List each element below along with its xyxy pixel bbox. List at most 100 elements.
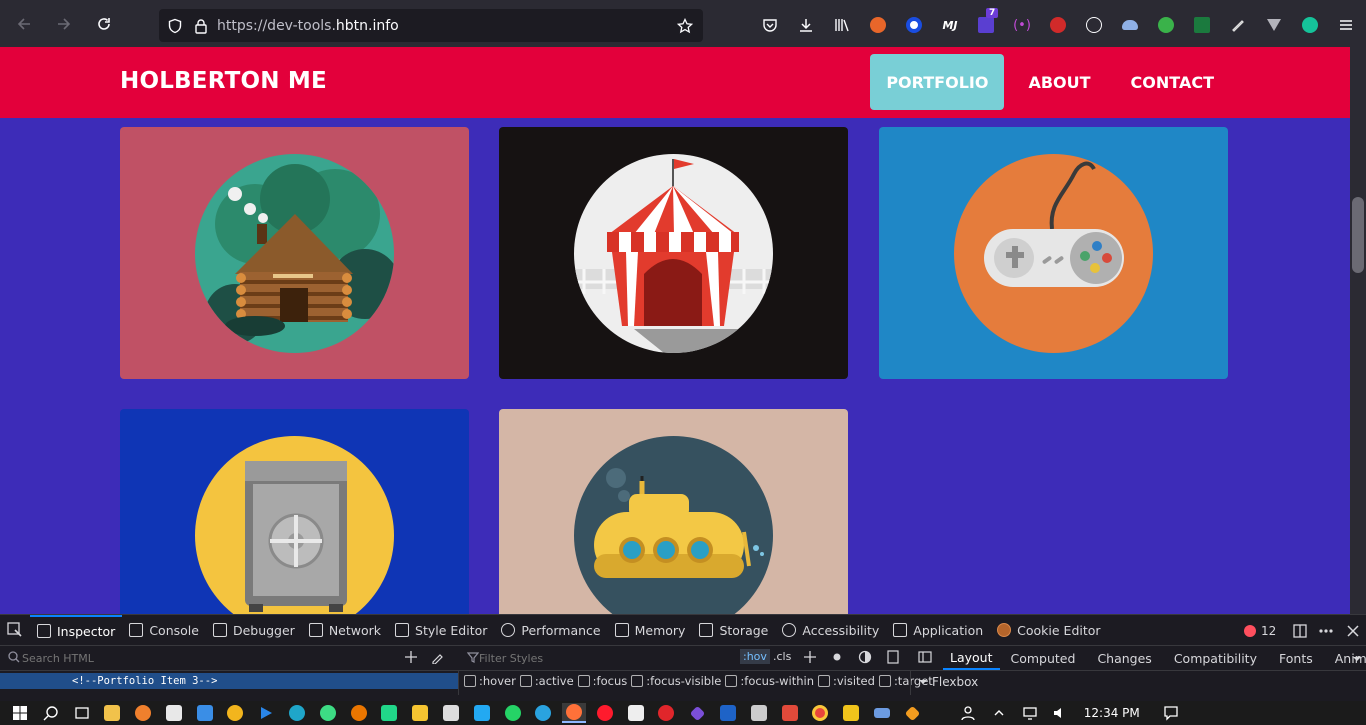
cookie-extension-icon[interactable] bbox=[1076, 12, 1112, 38]
download-icon[interactable] bbox=[788, 12, 824, 38]
library-icon[interactable] bbox=[824, 12, 860, 38]
app-yellow-icon[interactable] bbox=[223, 703, 247, 723]
volume-icon[interactable] bbox=[1048, 703, 1072, 723]
app-purple-icon[interactable] bbox=[685, 703, 709, 723]
back-button[interactable] bbox=[6, 6, 42, 42]
edge-icon[interactable] bbox=[285, 703, 309, 723]
pseudo-focus-within[interactable]: :focus-within bbox=[725, 674, 814, 688]
vue-extension-icon[interactable] bbox=[1256, 12, 1292, 38]
task-view-icon[interactable] bbox=[70, 703, 94, 723]
dark-mode-icon[interactable] bbox=[858, 650, 872, 667]
tab-debugger[interactable]: Debugger bbox=[206, 615, 302, 646]
app-multicolor-icon[interactable] bbox=[408, 703, 432, 723]
chevron-up-icon[interactable] bbox=[987, 703, 1011, 723]
tab-fonts[interactable]: Fonts bbox=[1268, 651, 1324, 666]
page-scrollbar[interactable] bbox=[1350, 47, 1366, 614]
people-icon[interactable] bbox=[956, 703, 980, 723]
store-icon[interactable] bbox=[162, 703, 186, 723]
element-picker-button[interactable] bbox=[0, 615, 30, 646]
keyboard-icon[interactable] bbox=[870, 703, 894, 723]
portfolio-item-submarine[interactable] bbox=[499, 409, 848, 614]
nav-about[interactable]: ABOUT bbox=[1012, 54, 1106, 110]
markup-selected-line[interactable] bbox=[0, 673, 458, 689]
pycharm-icon[interactable] bbox=[377, 703, 401, 723]
portfolio-item-safe[interactable] bbox=[120, 409, 469, 614]
sidebar-toggle-icon[interactable] bbox=[918, 650, 932, 667]
flexbox-section[interactable]: Flexbox bbox=[918, 675, 978, 689]
x-extension-icon[interactable] bbox=[1184, 12, 1220, 38]
print-media-icon[interactable] bbox=[886, 650, 900, 667]
clock[interactable]: 12:34 PM bbox=[1084, 706, 1140, 720]
brackets-extension-icon[interactable]: (•) bbox=[1004, 12, 1040, 38]
app-bracket-icon[interactable] bbox=[839, 703, 863, 723]
chrome-icon[interactable] bbox=[808, 703, 832, 723]
markup-comment-node[interactable]: <!--Portfolio Item 3--> bbox=[72, 673, 217, 689]
reload-button[interactable] bbox=[86, 6, 122, 42]
fox-extension-icon[interactable] bbox=[860, 12, 896, 38]
eyedropper-icon[interactable] bbox=[431, 650, 445, 667]
pocket-icon[interactable] bbox=[752, 12, 788, 38]
shield-icon[interactable] bbox=[167, 18, 183, 34]
portfolio-item-game-controller[interactable] bbox=[879, 127, 1228, 379]
site-brand[interactable]: HOLBERTON ME bbox=[120, 68, 327, 94]
telegram-icon[interactable] bbox=[531, 703, 555, 723]
pseudo-focus-visible[interactable]: :focus-visible bbox=[631, 674, 721, 688]
network-tray-icon[interactable] bbox=[1018, 703, 1042, 723]
filter-styles-input[interactable] bbox=[479, 649, 729, 667]
media-player-icon[interactable] bbox=[254, 703, 278, 723]
tab-memory[interactable]: Memory bbox=[608, 615, 693, 646]
nav-portfolio[interactable]: PORTFOLIO bbox=[870, 54, 1005, 110]
whatsapp-icon[interactable] bbox=[501, 703, 525, 723]
app-red-icon[interactable] bbox=[778, 703, 802, 723]
forward-button[interactable] bbox=[46, 6, 82, 42]
pseudo-visited[interactable]: :visited bbox=[817, 674, 875, 688]
cloud-extension-icon[interactable] bbox=[1112, 12, 1148, 38]
app-gray-icon[interactable] bbox=[439, 703, 463, 723]
tab-performance[interactable]: Performance bbox=[494, 615, 607, 646]
add-node-icon[interactable] bbox=[404, 650, 418, 667]
menu-icon[interactable] bbox=[1328, 12, 1364, 38]
search-icon[interactable] bbox=[39, 703, 63, 723]
cls-toggle[interactable]: .cls bbox=[773, 650, 791, 663]
search-app-icon[interactable] bbox=[131, 703, 155, 723]
windows-start-icon[interactable] bbox=[8, 703, 32, 723]
tab-application[interactable]: Application bbox=[886, 615, 990, 646]
app-colorful-icon[interactable] bbox=[901, 703, 925, 723]
tab-style-editor[interactable]: Style Editor bbox=[388, 615, 494, 646]
file-explorer-icon[interactable] bbox=[100, 703, 124, 723]
tab-cookie-editor[interactable]: Cookie Editor bbox=[990, 615, 1107, 646]
search-html-input[interactable] bbox=[22, 649, 392, 667]
dock-icon[interactable] bbox=[1292, 623, 1308, 643]
lock-icon[interactable] bbox=[193, 18, 209, 34]
tab-changes[interactable]: Changes bbox=[1086, 651, 1162, 666]
hov-toggle[interactable]: :hov bbox=[740, 649, 770, 664]
chevron-down-icon[interactable] bbox=[1352, 653, 1362, 667]
mj-extension-icon[interactable]: MJ bbox=[932, 12, 968, 38]
bookmark-star-icon[interactable] bbox=[677, 17, 693, 34]
pseudo-focus[interactable]: :focus bbox=[577, 674, 627, 688]
tab-storage[interactable]: Storage bbox=[692, 615, 775, 646]
blender-icon[interactable] bbox=[347, 703, 371, 723]
app-tools-icon[interactable] bbox=[747, 703, 771, 723]
firefox-icon[interactable] bbox=[562, 703, 587, 723]
tab-layout[interactable]: Layout bbox=[943, 647, 1000, 670]
tab-console[interactable]: Console bbox=[122, 615, 206, 646]
tab-accessibility[interactable]: Accessibility bbox=[775, 615, 886, 646]
color-extension-icon[interactable] bbox=[1148, 12, 1184, 38]
address-bar[interactable]: https://dev-tools.hbtn.info bbox=[159, 9, 703, 42]
scrollbar-thumb[interactable] bbox=[1352, 197, 1364, 273]
grammarly-icon[interactable] bbox=[1292, 12, 1328, 38]
pen-extension-icon[interactable] bbox=[1220, 12, 1256, 38]
light-mode-icon[interactable] bbox=[830, 650, 844, 667]
add-rule-icon[interactable] bbox=[803, 650, 817, 667]
tab-network[interactable]: Network bbox=[302, 615, 388, 646]
tab-compatibility[interactable]: Compatibility bbox=[1163, 651, 1268, 666]
downloader-extension-icon[interactable] bbox=[896, 12, 932, 38]
portfolio-item-circus-tent[interactable] bbox=[499, 127, 848, 379]
notification-icon[interactable] bbox=[1159, 703, 1183, 723]
tab-inspector[interactable]: Inspector bbox=[30, 614, 123, 646]
pseudo-active[interactable]: :active bbox=[519, 674, 574, 688]
nav-contact[interactable]: CONTACT bbox=[1115, 54, 1230, 110]
opera-icon[interactable] bbox=[593, 703, 617, 723]
error-counter[interactable]: 12 bbox=[1244, 615, 1276, 646]
